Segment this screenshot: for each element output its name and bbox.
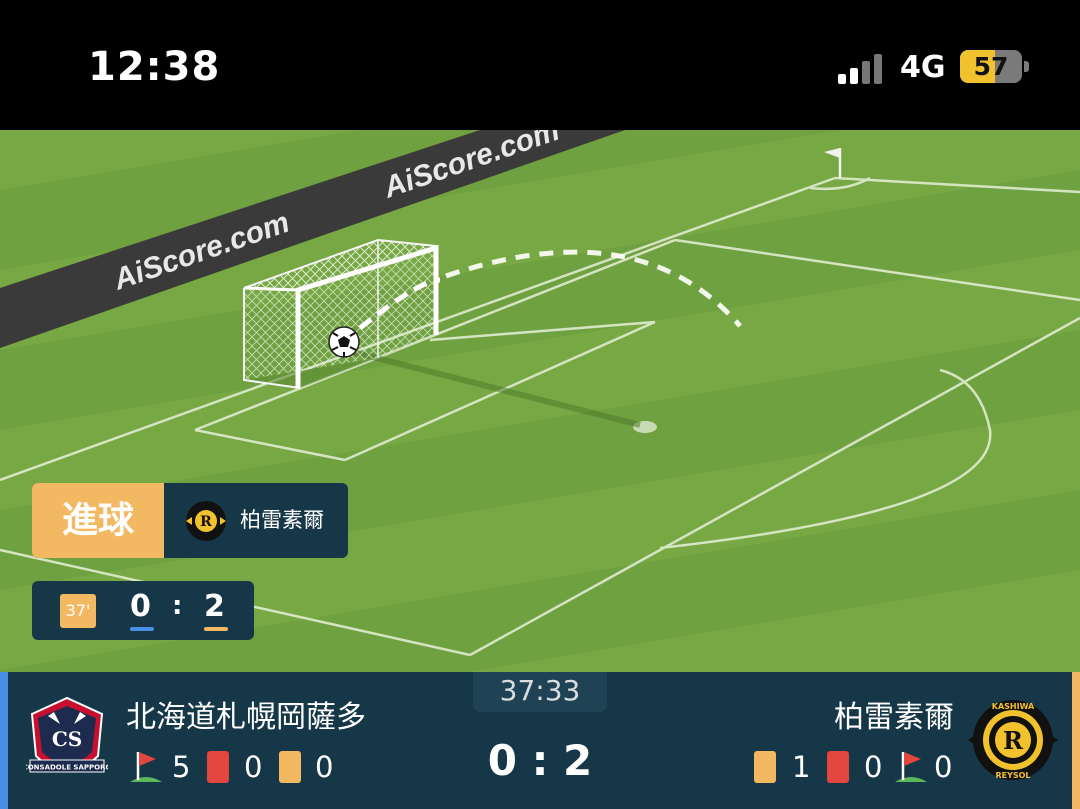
soccer-ball-icon: [328, 326, 360, 358]
away-corners: 0: [934, 750, 953, 784]
svg-text:CS: CS: [52, 727, 82, 751]
goal-event-card: 進球 R 柏雷素爾: [32, 483, 348, 558]
mini-score-separator: :: [172, 591, 183, 621]
match-scoreboard[interactable]: 37:33 CS CONSADOLE SAPPORO 北海道札幌岡薩多 5 0 …: [0, 672, 1080, 809]
match-score: 0 : 2: [487, 736, 593, 785]
network-type: 4G: [900, 50, 946, 85]
corner-kick-icon-away: [895, 752, 927, 782]
corner-kick-icon: [130, 752, 162, 782]
battery-tip: [1024, 61, 1029, 72]
kashiwa-reysol-crest-icon: R KASHIWA REYSOL: [968, 700, 1058, 780]
svg-text:KASHIWA: KASHIWA: [992, 702, 1035, 711]
away-color-underline: [204, 627, 228, 631]
consadole-sapporo-logo-icon: CS CONSADOLE SAPPORO: [26, 696, 108, 773]
goal-label: 進球: [32, 483, 164, 558]
svg-text:R: R: [200, 514, 212, 530]
away-team-name: 柏雷素爾: [834, 700, 954, 735]
mini-home-score: 0: [130, 589, 151, 624]
battery-percent: 57: [973, 52, 1009, 81]
away-yellow-cards: 1: [792, 750, 811, 784]
mini-away-score: 2: [204, 589, 225, 624]
cellular-signal-icon: [838, 54, 882, 84]
svg-text:R: R: [1003, 726, 1024, 755]
status-bar: 12:38 4G 57: [0, 0, 1080, 130]
away-yellow-card-icon: [754, 751, 776, 783]
kashiwa-reysol-logo-icon: R: [186, 501, 226, 541]
mini-scoreboard: 37' 0 : 2: [32, 581, 254, 640]
battery-icon: 57: [960, 50, 1022, 83]
home-team-name: 北海道札幌岡薩多: [126, 700, 366, 735]
home-side-accent: [0, 672, 8, 809]
svg-text:CONSADOLE SAPPORO: CONSADOLE SAPPORO: [26, 764, 108, 772]
home-corners: 5: [172, 750, 191, 784]
away-red-card-icon: [827, 751, 849, 783]
match-clock: 37:33: [473, 672, 607, 712]
svg-text:REYSOL: REYSOL: [995, 771, 1030, 780]
home-yellow-card-icon: [279, 751, 301, 783]
home-red-cards: 0: [244, 750, 263, 784]
away-side-accent: [1072, 672, 1080, 809]
home-yellow-cards: 0: [315, 750, 334, 784]
goal-team-name: 柏雷素爾: [240, 508, 324, 532]
home-color-underline: [130, 627, 154, 631]
event-minute-badge: 37': [60, 594, 96, 628]
home-red-card-icon: [207, 751, 229, 783]
away-red-cards: 0: [864, 750, 883, 784]
status-time: 12:38: [88, 44, 221, 90]
